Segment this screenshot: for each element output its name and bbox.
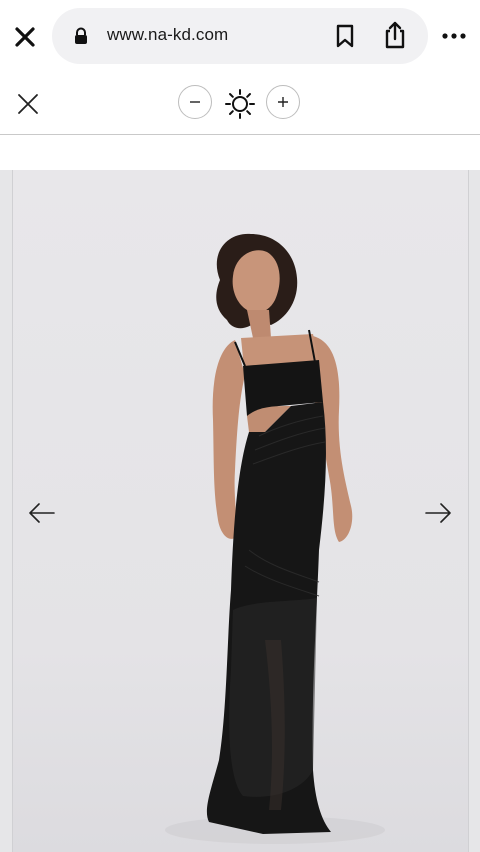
image-viewer-toolbar <box>0 72 480 135</box>
url-field[interactable]: www.na-kd.com <box>52 8 428 64</box>
neck <box>247 310 271 338</box>
bookmark-icon[interactable] <box>334 24 356 48</box>
browser-address-bar: www.na-kd.com <box>0 0 480 72</box>
arrow-left-icon[interactable] <box>27 498 57 528</box>
arrow-right-icon[interactable] <box>423 498 453 528</box>
product-image[interactable] <box>13 170 468 852</box>
previous-image-peek[interactable] <box>0 170 13 852</box>
product-gallery <box>0 170 480 852</box>
next-image-peek[interactable] <box>468 170 480 852</box>
model-illustration <box>165 233 385 844</box>
more-icon[interactable] <box>440 26 468 46</box>
close-icon[interactable] <box>12 24 38 50</box>
zoom-in-icon <box>278 97 288 107</box>
brightness-icon[interactable] <box>224 88 256 120</box>
zoom-out-button[interactable] <box>178 85 212 119</box>
share-icon[interactable] <box>382 20 408 50</box>
lock-icon <box>75 27 87 44</box>
zoom-in-button[interactable] <box>266 85 300 119</box>
close-icon[interactable] <box>16 92 40 116</box>
zoom-out-icon <box>190 101 200 103</box>
url-text: www.na-kd.com <box>107 25 229 44</box>
